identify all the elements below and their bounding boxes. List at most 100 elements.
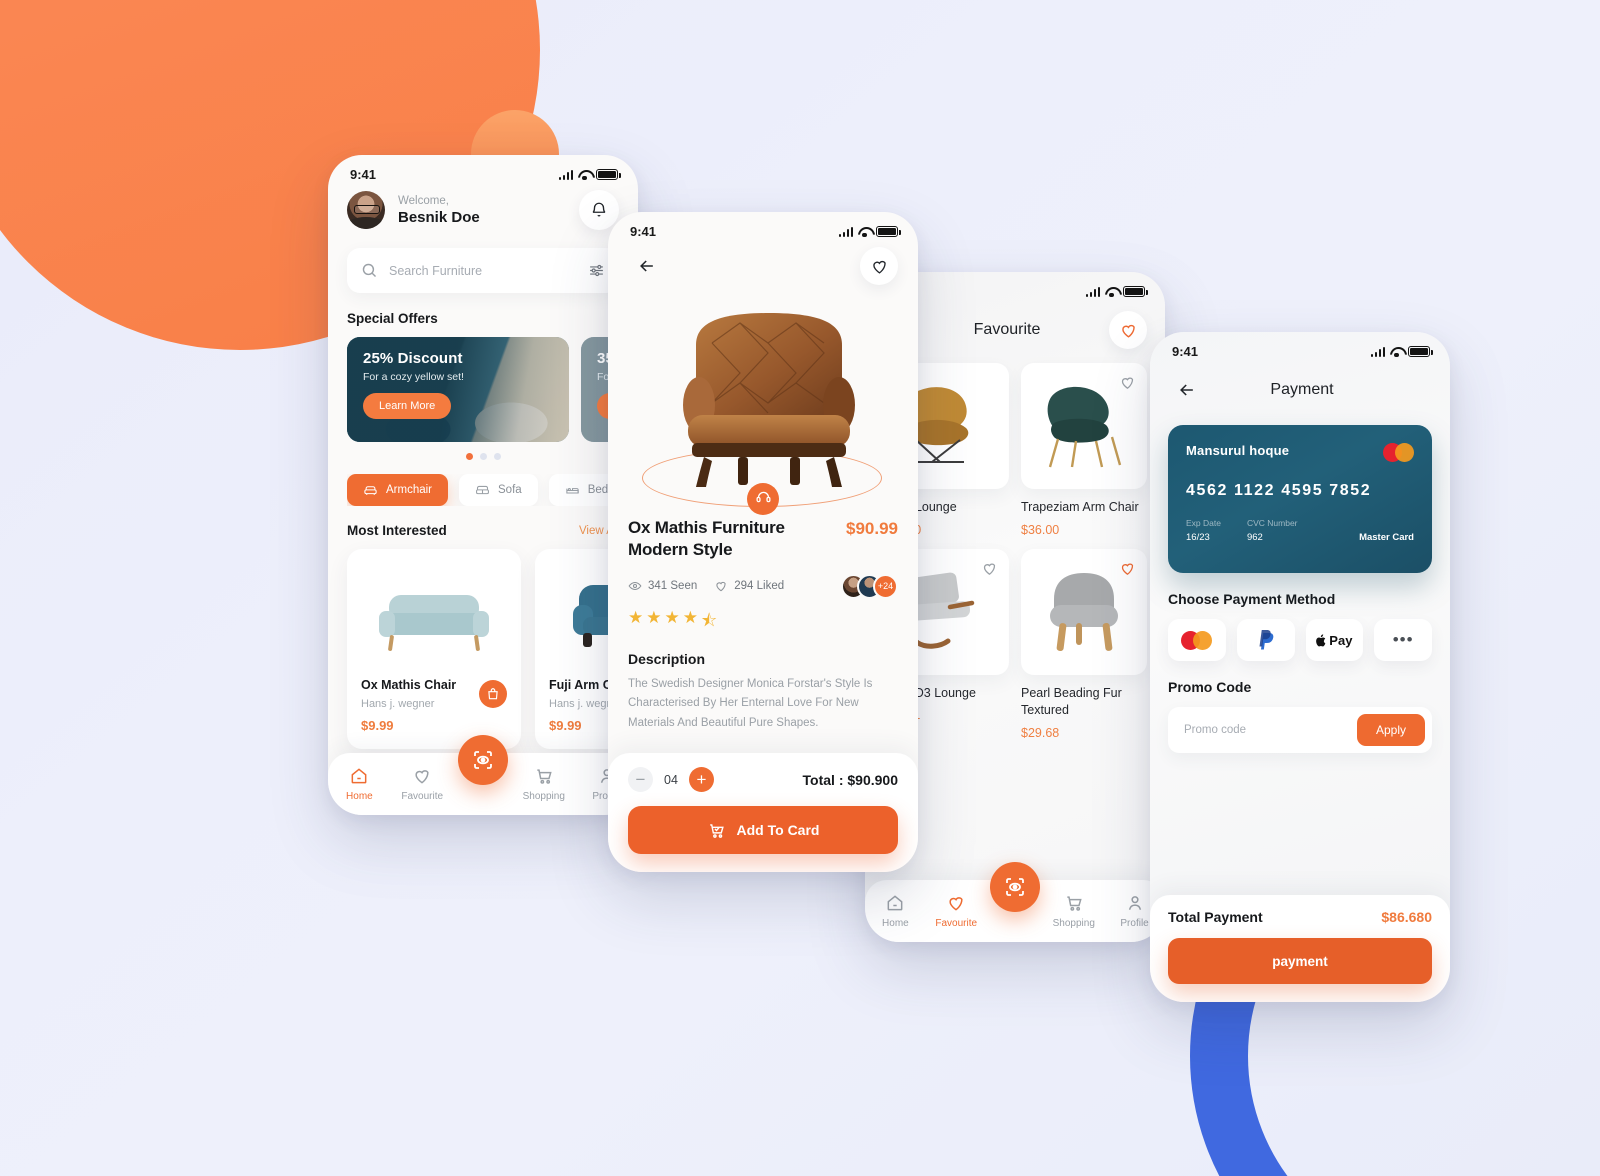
seen-count: 341 Seen xyxy=(648,580,698,592)
description-title: Description xyxy=(628,650,706,667)
wifi-icon xyxy=(1390,347,1403,358)
category-chips[interactable]: Armchair Sofa Bed Light xyxy=(347,474,619,506)
home-icon xyxy=(351,768,367,784)
category-label: Sofa xyxy=(498,484,522,496)
favourite-button[interactable] xyxy=(860,247,898,285)
heart-icon xyxy=(949,897,963,911)
promo-code-row: Promo code Apply xyxy=(1168,707,1432,753)
heart-icon xyxy=(415,770,429,784)
offer-subtitle: For a cozy yellow set! xyxy=(363,371,464,383)
payment-method-title: Choose Payment Method xyxy=(1168,591,1336,607)
heart-icon xyxy=(1121,562,1134,575)
status-icons xyxy=(838,226,901,238)
liked-stat: 294 Liked xyxy=(714,579,784,593)
status-bar: 9:41 xyxy=(328,155,638,184)
avatar[interactable] xyxy=(347,191,385,229)
heart-icon xyxy=(1121,377,1134,389)
liked-count: 294 Liked xyxy=(734,580,785,592)
quantity-increase-button[interactable]: + xyxy=(688,767,714,792)
pearl-chair-illustration xyxy=(1050,572,1118,651)
nav-item-home[interactable]: Home xyxy=(867,893,923,929)
user-name: Besnik Doe xyxy=(398,208,480,226)
nav-item-favourite[interactable]: Favourite xyxy=(394,766,450,802)
favourite-toggle[interactable] xyxy=(1119,560,1136,577)
carousel-dot[interactable] xyxy=(465,453,473,460)
favourite-item[interactable]: Trapeziam Arm Chair $36.00 xyxy=(1021,363,1147,537)
nav-label: Home xyxy=(882,918,909,929)
ar-rotate-button[interactable] xyxy=(747,483,779,515)
ar-scan-fab[interactable] xyxy=(990,862,1040,912)
phone-screen-home: 9:41 Welcome, Besnik Doe Search Furnitur… xyxy=(328,155,638,815)
favourite-toggle[interactable] xyxy=(981,560,998,577)
nav-item-shopping[interactable]: Shopping xyxy=(516,766,572,802)
cvc-value: 962 xyxy=(1246,532,1263,543)
payment-method-apple-pay[interactable]: Pay xyxy=(1305,619,1364,661)
status-icons xyxy=(558,169,621,181)
promo-code-input[interactable]: Promo code xyxy=(1184,724,1357,736)
favourite-item-name: Pearl Beading Fur Textured xyxy=(1021,685,1122,718)
payment-method-more[interactable]: ••• xyxy=(1374,619,1432,661)
card-brand: Master Card xyxy=(1359,532,1414,543)
welcome-label: Welcome, xyxy=(398,194,449,207)
nav-item-favourite[interactable]: Favourite xyxy=(928,893,984,929)
mastercard-icon xyxy=(1181,630,1213,650)
back-button[interactable] xyxy=(628,247,666,285)
nav-label: Favourite xyxy=(401,791,444,802)
exp-date-value: 16/23 xyxy=(1186,532,1210,543)
product-card[interactable]: Ox Mathis Chair Hans j. wegner $9.99 xyxy=(347,549,521,749)
purchase-bar: − 04 + Total : $90.900 Add To Card xyxy=(608,753,918,872)
search-input[interactable]: Search Furniture xyxy=(389,264,588,278)
credit-card[interactable]: Mansurul hoque 4562 1122 4595 7852 Exp D… xyxy=(1168,425,1432,573)
offers-carousel[interactable]: 25% Discount For a cozy yellow set! Lear… xyxy=(347,337,619,442)
back-button[interactable] xyxy=(1168,371,1206,409)
ar-scan-fab[interactable] xyxy=(458,735,508,785)
more-icon: ••• xyxy=(1392,630,1414,649)
nav-label: Shopping xyxy=(1052,918,1095,929)
payment-method-mastercard[interactable] xyxy=(1168,619,1226,661)
payment-methods: Pay ••• xyxy=(1150,607,1450,661)
arrow-left-icon xyxy=(1180,384,1193,396)
star-icon: ★ xyxy=(628,607,645,627)
phone-screen-product-detail: 9:41 Ox Mathis Furniture Modern Style $9… xyxy=(608,212,918,872)
battery-icon xyxy=(1408,346,1433,357)
nav-item-home[interactable]: Home xyxy=(331,766,387,802)
phone-screen-payment: 9:41 Payment Mansurul hoque 4562 1122 45… xyxy=(1150,332,1450,1002)
apple-icon xyxy=(1316,633,1326,646)
category-label: Armchair xyxy=(386,484,433,496)
nav-label: Shopping xyxy=(522,791,565,802)
status-icons xyxy=(1085,286,1148,298)
apply-promo-button[interactable]: Apply xyxy=(1356,714,1425,746)
notification-button[interactable] xyxy=(579,190,619,230)
nav-item-shopping[interactable]: Shopping xyxy=(1046,893,1102,929)
home-icon xyxy=(887,895,903,911)
filter-icon[interactable] xyxy=(588,262,605,279)
add-to-cart-button[interactable]: Add To Card xyxy=(628,806,898,854)
category-chip-armchair[interactable]: Armchair xyxy=(347,474,449,506)
viewer-avatars[interactable]: +24 xyxy=(841,573,898,599)
carousel-dots[interactable] xyxy=(347,453,619,460)
quantity-stepper[interactable]: − 04 + xyxy=(628,767,714,792)
favourite-item[interactable]: Pearl Beading Fur Textured $29.68 xyxy=(1021,548,1147,740)
add-to-cart-label: Add To Card xyxy=(736,822,820,838)
arrow-left-icon xyxy=(640,260,653,272)
heart-icon xyxy=(716,581,726,592)
pay-button[interactable]: payment xyxy=(1168,938,1432,984)
favourite-item-price: $36.00 xyxy=(1021,522,1060,537)
offer-card[interactable]: 25% Discount For a cozy yellow set! Lear… xyxy=(347,337,569,442)
add-to-bag-button[interactable] xyxy=(479,680,507,708)
apple-pay-label: Pay xyxy=(1329,632,1353,648)
payment-method-paypal[interactable] xyxy=(1236,619,1295,661)
category-chip-sofa[interactable]: Sofa xyxy=(459,474,538,506)
total-payment-value: $86.680 xyxy=(1381,909,1432,925)
quantity-decrease-button[interactable]: − xyxy=(628,767,653,792)
search-bar[interactable]: Search Furniture xyxy=(347,248,619,293)
carousel-dot[interactable] xyxy=(493,453,501,460)
cart-icon xyxy=(537,769,552,784)
carousel-dot[interactable] xyxy=(479,453,487,460)
nav-label: Home xyxy=(346,791,373,802)
offer-cta-button[interactable]: Learn More xyxy=(363,393,452,419)
battery-icon xyxy=(1123,286,1148,297)
paypal-icon xyxy=(1259,629,1274,649)
favourite-filter-button[interactable] xyxy=(1109,311,1147,349)
favourite-toggle[interactable] xyxy=(1119,374,1136,391)
